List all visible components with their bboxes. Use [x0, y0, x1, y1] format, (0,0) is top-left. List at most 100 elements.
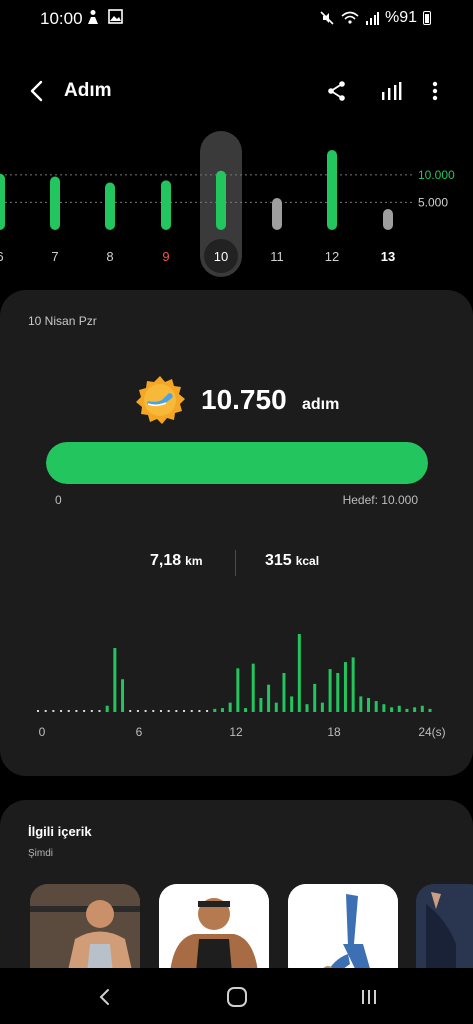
hour-bar — [320, 702, 324, 712]
hour-bar — [351, 657, 355, 712]
week-bar[interactable] — [50, 176, 60, 230]
goal-progress-fill — [46, 442, 428, 484]
week-day-label[interactable]: 13 — [381, 249, 395, 264]
nav-back-icon — [99, 989, 109, 1005]
step-unit: adım — [302, 396, 340, 413]
nav-home-icon — [227, 987, 247, 1007]
week-day-label[interactable]: 9 — [162, 249, 169, 264]
week-bar[interactable] — [0, 173, 5, 230]
hour-dot — [98, 710, 101, 712]
hour-bar — [297, 634, 301, 712]
hour-dot — [129, 710, 132, 712]
hour-bar — [382, 704, 386, 712]
calories-unit: kcal — [295, 554, 320, 568]
distance-value: 7,18 — [150, 552, 182, 569]
calories-stat: 315 kcal — [265, 552, 319, 570]
hour-dot — [167, 710, 170, 712]
week-bar[interactable] — [383, 209, 393, 230]
trends-button[interactable] — [376, 76, 406, 106]
person-icon — [88, 10, 98, 24]
nav-recents-button[interactable] — [354, 982, 384, 1012]
hour-bar — [313, 683, 317, 712]
hour-axis-label: 18 — [327, 725, 341, 739]
week-day-label[interactable]: 8 — [106, 249, 113, 264]
battery-percent: %91 — [384, 9, 417, 26]
status-bar: 10:00 %91 — [0, 0, 473, 38]
hour-bar — [374, 701, 378, 712]
nav-back-button[interactable] — [90, 982, 120, 1012]
week-day-label[interactable]: 10 — [214, 249, 228, 264]
signal-icon — [365, 12, 379, 25]
hour-dot — [159, 710, 162, 712]
goal-achieved-badge-icon — [134, 374, 186, 426]
image-icon — [108, 9, 123, 24]
hour-bar — [290, 696, 294, 712]
mute-icon — [320, 11, 334, 25]
goal-progress-bar — [46, 442, 428, 484]
nav-recents-icon — [362, 990, 376, 1004]
hour-bar — [367, 697, 371, 712]
hour-axis-label: 12 — [229, 725, 243, 739]
status-time: 10:00 — [40, 9, 83, 28]
hour-bar — [121, 679, 125, 712]
back-icon — [30, 80, 43, 102]
week-day-label[interactable]: 11 — [270, 249, 284, 264]
stats-divider — [235, 550, 236, 576]
week-day-label[interactable]: 6 — [0, 249, 4, 264]
related-title: İlgili içerik — [28, 824, 92, 839]
more-icon — [432, 81, 438, 101]
hour-axis-label: 0 — [39, 725, 46, 739]
hour-dot — [206, 710, 209, 712]
week-day-label[interactable]: 12 — [325, 249, 339, 264]
week-day-label[interactable]: 7 — [51, 249, 58, 264]
hour-bar — [244, 708, 248, 712]
hour-dot — [144, 710, 147, 712]
hour-dot — [152, 710, 155, 712]
stats-row: 7,18 km 315 kcal — [0, 550, 473, 576]
hour-dot — [37, 710, 39, 712]
week-bar[interactable] — [161, 180, 171, 230]
week-bar[interactable] — [327, 150, 337, 230]
calories-value: 315 — [265, 552, 292, 569]
daily-summary-card: 10 Nisan Pzr 10.750 adım 0 Hedef: 10.000… — [0, 290, 473, 776]
hour-bar — [282, 673, 286, 712]
step-count: 10.750 — [201, 384, 287, 415]
hour-bar — [251, 663, 255, 712]
hour-dot — [183, 710, 186, 712]
battery-icon — [423, 11, 431, 25]
hour-bar — [390, 707, 394, 712]
weekly-steps-chart[interactable]: 10.000 5.000 6 7 8 9 10 11 12 13 — [0, 125, 473, 285]
hour-dot — [190, 710, 193, 712]
more-options-button[interactable] — [420, 76, 450, 106]
hour-bar — [343, 662, 347, 712]
week-bar[interactable] — [216, 170, 226, 230]
hour-bar — [305, 704, 309, 712]
distance-stat: 7,18 km — [150, 552, 202, 570]
hourly-steps-chart[interactable]: 0 6 12 18 24(s) — [0, 620, 473, 750]
hour-dot — [90, 710, 93, 712]
status-right: %91 — [319, 9, 431, 27]
system-nav-bar — [0, 968, 473, 1024]
related-subtitle: Şimdi — [28, 848, 54, 859]
share-button[interactable] — [322, 76, 352, 106]
hour-dot — [60, 710, 63, 712]
progress-min-label: 0 — [55, 493, 62, 507]
nav-home-button[interactable] — [222, 982, 252, 1012]
hour-bar — [336, 673, 340, 712]
hour-bar — [397, 705, 401, 712]
hour-bar — [428, 708, 432, 712]
summary-date: 10 Nisan Pzr — [28, 314, 97, 328]
hour-bar — [328, 669, 332, 712]
hour-dot — [83, 710, 86, 712]
week-bar[interactable] — [105, 182, 115, 230]
hour-dot — [175, 710, 178, 712]
goal-label: Hedef: 10.000 — [342, 493, 418, 507]
hour-bar — [267, 684, 271, 712]
hourly-chart-svg: 0 6 12 18 24(s) — [37, 634, 446, 739]
hour-axis-label: 24(s) — [418, 725, 445, 739]
hour-bar — [105, 705, 109, 712]
app-header: Adım — [0, 70, 473, 112]
week-bar[interactable] — [272, 198, 282, 230]
back-button[interactable] — [22, 76, 52, 106]
hour-bar — [236, 668, 240, 712]
